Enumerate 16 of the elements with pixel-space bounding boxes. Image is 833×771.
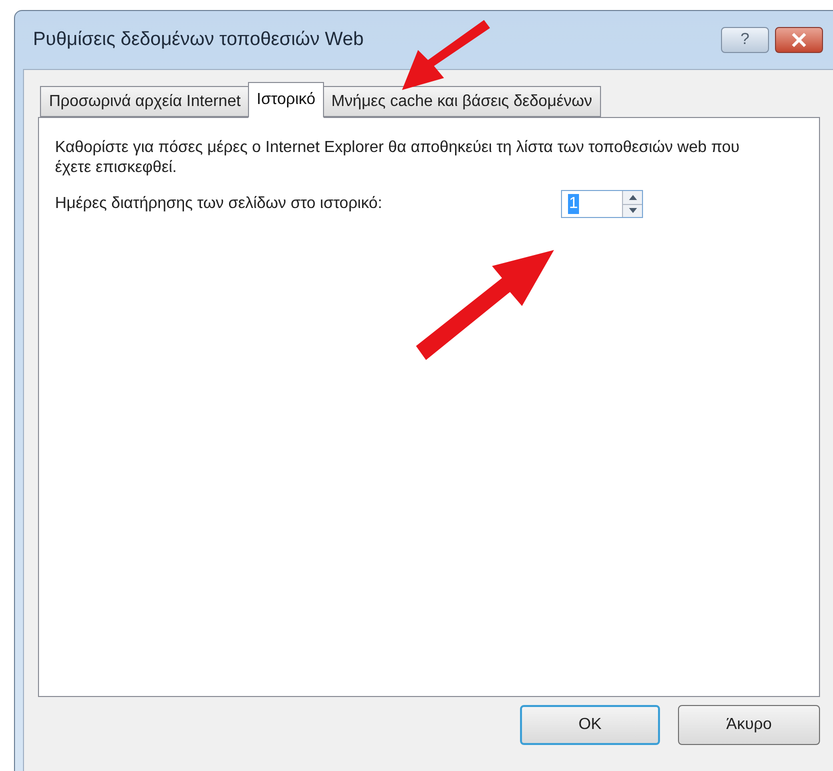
tab[interactable]: Μνήμες cache και βάσεις δεδομένων (322, 86, 602, 117)
close-button[interactable] (775, 27, 823, 53)
tab[interactable]: Προσωρινά αρχεία Internet (40, 86, 250, 117)
spinbox-value: 1 (568, 194, 579, 214)
up-arrow-icon (628, 194, 636, 200)
field-label: Ημέρες διατήρησης των σελίδων στο ιστορικό: (55, 194, 384, 214)
dialog-button[interactable]: OK (520, 705, 660, 745)
spin-up-button[interactable] (623, 191, 642, 204)
tab[interactable]: Ιστορικό (248, 82, 324, 118)
spin-down-button[interactable] (623, 204, 642, 217)
description-text: Καθορίστε για πόσες μέρες ο Internet Explorer θα αποθηκεύει τη λίστα των τοποθεσιών web που έχετε επισκεφθεί. (55, 138, 741, 178)
window-title: Ρυθμίσεις δεδομένων τοποθεσιών Web (33, 28, 364, 52)
close-icon (791, 33, 807, 47)
help-button[interactable]: ? (721, 27, 769, 53)
dialog-button[interactable]: Άκυρο (678, 705, 820, 745)
down-arrow-icon (628, 208, 636, 214)
